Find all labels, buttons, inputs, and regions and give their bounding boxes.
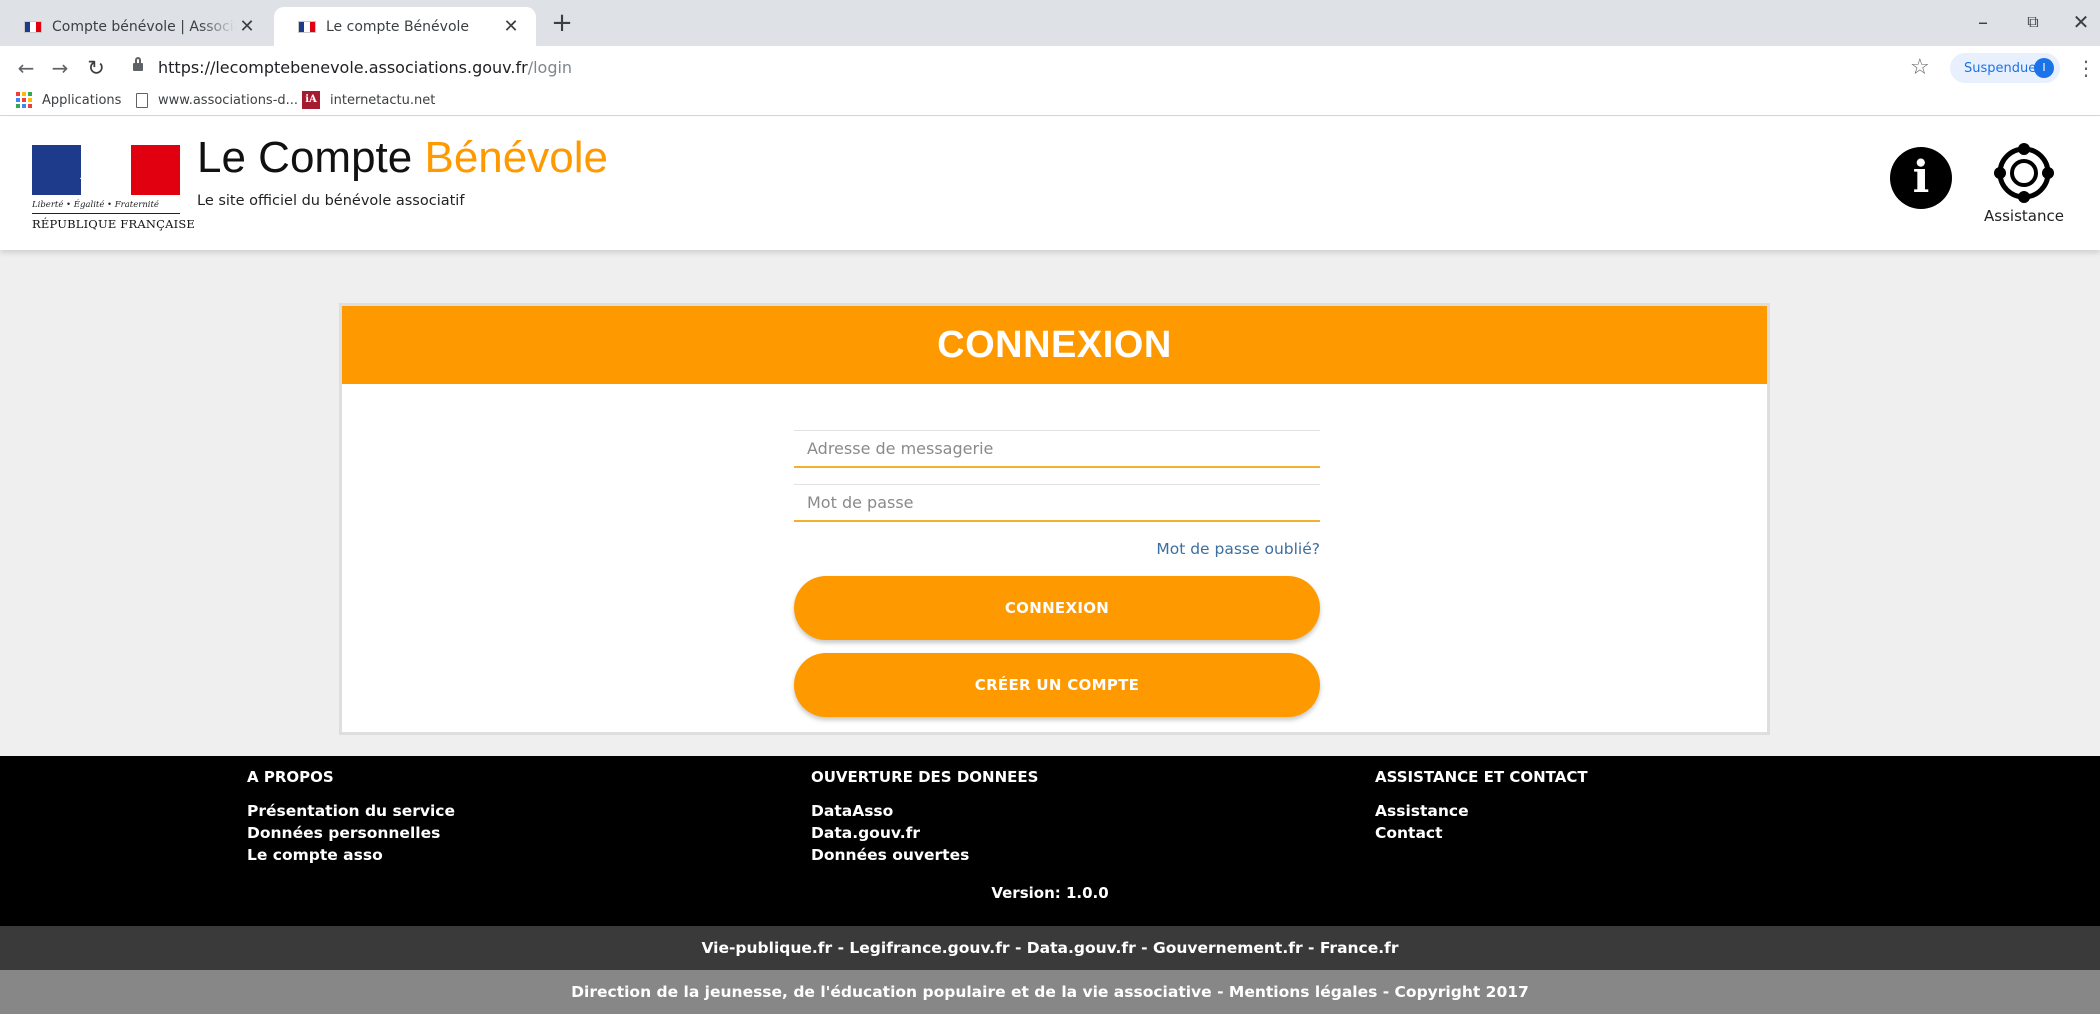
lock-icon[interactable] <box>133 57 143 74</box>
footer-link-data-gouv[interactable]: Data.gouv.fr <box>811 822 1038 844</box>
main-content: CONNEXION Mot de passe oublié? CONNEXION… <box>0 250 2100 756</box>
back-arrow-icon[interactable]: ← <box>12 54 40 82</box>
footer-column-heading: OUVERTURE DES DONNEES <box>811 768 1039 786</box>
bookmark-associations[interactable]: www.associations-d... <box>136 90 298 110</box>
browser-tab-associations[interactable]: Compte bénévole | Associations.gouv.fr ✕ <box>0 7 272 46</box>
site-title-accent: Bénévole <box>424 133 608 182</box>
footer-link-compte-asso[interactable]: Le compte asso <box>247 844 455 866</box>
bookmark-internetactu[interactable]: iA internetactu.net <box>302 90 435 110</box>
site-footer: A PROPOS Présentation du service Données… <box>0 756 2100 926</box>
email-input[interactable] <box>794 431 1320 466</box>
login-card: CONNEXION Mot de passe oublié? CONNEXION… <box>339 303 1770 735</box>
url-host: https://lecomptebenevole.associations.go… <box>158 58 528 77</box>
footer-column-assistance-contact: ASSISTANCE ET CONTACT Assistance Contact <box>1375 768 1588 844</box>
avatar: I <box>2034 58 2054 78</box>
footer-link-presentation[interactable]: Présentation du service <box>247 800 455 822</box>
login-heading: CONNEXION <box>342 306 1767 384</box>
footer-link-dataasso[interactable]: DataAsso <box>811 800 1038 822</box>
close-tab-icon[interactable]: ✕ <box>236 16 258 37</box>
tab-title: Compte bénévole | Associations.gouv.fr <box>52 18 236 35</box>
address-bar[interactable]: https://lecomptebenevole.associations.go… <box>158 58 572 77</box>
profile-button[interactable]: Suspendue I <box>1950 53 2060 83</box>
forgot-password-link[interactable]: Mot de passe oublié? <box>794 540 1320 558</box>
browser-tab-bar: Compte bénévole | Associations.gouv.fr ✕… <box>0 0 2100 46</box>
republique-francaise-logo[interactable]: Liberté • Égalité • Fraternité RÉPUBLIQU… <box>32 145 196 240</box>
footer-column-a-propos: A PROPOS Présentation du service Données… <box>247 768 455 866</box>
legal-bar[interactable]: Direction de la jeunesse, de l'éducation… <box>0 970 2100 1014</box>
password-input[interactable] <box>794 485 1320 520</box>
footer-link-donnees-ouvertes[interactable]: Données ouvertes <box>811 844 1038 866</box>
restore-window-button[interactable]: ⧉ <box>2010 8 2056 36</box>
bookmark-label: internetactu.net <box>330 92 436 108</box>
info-icon[interactable]: i <box>1890 147 1952 209</box>
footer-column-heading: A PROPOS <box>247 768 334 786</box>
assistance-button[interactable]: Assistance <box>1984 143 2064 233</box>
bookmarks-bar: Applications www.associations-d... iA in… <box>0 84 2100 116</box>
footer-link-assistance[interactable]: Assistance <box>1375 800 1588 822</box>
profile-status: Suspendue <box>1964 60 2037 76</box>
marianne-profile-icon <box>80 156 113 189</box>
email-field[interactable] <box>794 430 1320 468</box>
apps-grid-icon <box>16 92 32 108</box>
site-header: Liberté • Égalité • Fraternité RÉPUBLIQU… <box>0 117 2100 250</box>
browser-tab-compte-benevole[interactable]: Le compte Bénévole ✕ <box>274 7 536 46</box>
minimize-window-button[interactable]: – <box>1960 8 2006 36</box>
bookmark-applications[interactable]: Applications <box>16 90 121 110</box>
gov-links-bar[interactable]: Vie-publique.fr - Legifrance.gouv.fr - D… <box>0 926 2100 970</box>
assistance-label: Assistance <box>1984 207 2064 225</box>
page-icon <box>136 92 148 108</box>
french-flag-favicon-icon <box>24 20 42 33</box>
forward-arrow-icon[interactable]: → <box>46 54 74 82</box>
password-field[interactable] <box>794 484 1320 522</box>
close-window-button[interactable]: ✕ <box>2058 8 2100 36</box>
site-subtitle: Le site officiel du bénévole associatif <box>197 193 465 209</box>
close-tab-icon[interactable]: ✕ <box>500 16 522 37</box>
reload-icon[interactable]: ↻ <box>82 54 110 82</box>
site-title[interactable]: Le Compte Bénévole <box>197 133 608 183</box>
bookmark-star-icon[interactable]: ☆ <box>1910 55 1930 81</box>
bookmark-label: Applications <box>42 92 122 108</box>
footer-link-contact[interactable]: Contact <box>1375 822 1588 844</box>
new-tab-button[interactable]: + <box>548 9 576 37</box>
bookmark-label: www.associations-d... <box>158 92 299 108</box>
footer-column-ouverture-donnees: OUVERTURE DES DONNEES DataAsso Data.gouv… <box>811 768 1038 866</box>
page-bottom-strip <box>0 1014 2100 1022</box>
lifebuoy-icon <box>1994 143 2054 203</box>
site-title-main: Le Compte <box>197 133 425 182</box>
url-path: /login <box>527 58 573 77</box>
create-account-button[interactable]: CRÉER UN COMPTE <box>794 653 1320 717</box>
footer-column-heading: ASSISTANCE ET CONTACT <box>1375 768 1588 786</box>
kebab-menu-icon[interactable]: ⋮ <box>2076 56 2096 80</box>
republic-motto: Liberté • Égalité • Fraternité <box>32 200 180 214</box>
version-label: Version: 1.0.0 <box>991 884 1109 902</box>
footer-link-donnees-personnelles[interactable]: Données personnelles <box>247 822 455 844</box>
republic-name: RÉPUBLIQUE FRANÇAISE <box>32 217 196 231</box>
login-button[interactable]: CONNEXION <box>794 576 1320 640</box>
french-flag-favicon-icon <box>298 20 316 33</box>
ia-icon: iA <box>302 91 320 109</box>
tab-title: Le compte Bénévole <box>326 18 470 35</box>
